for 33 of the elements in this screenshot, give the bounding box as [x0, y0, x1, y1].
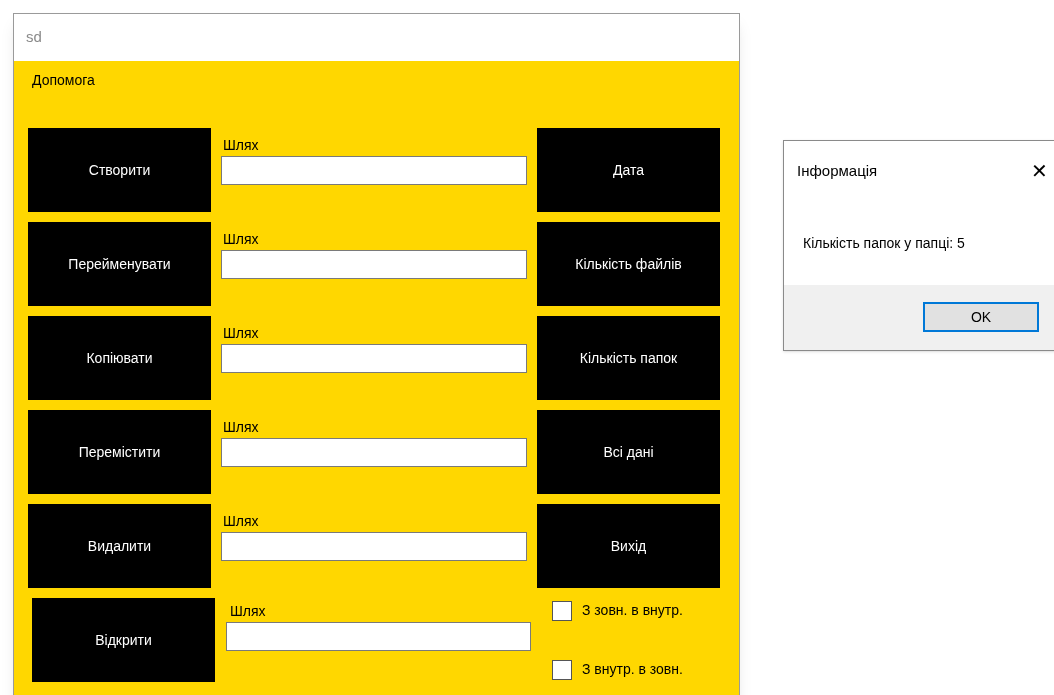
field-label: Шлях	[222, 418, 260, 436]
action-button[interactable]: Копіювати	[28, 316, 211, 400]
dialog-title: Інформація	[797, 160, 878, 181]
field-label: Шлях	[222, 136, 260, 154]
menu-item[interactable]: Допомога	[32, 69, 95, 91]
action-button[interactable]: Всі дані	[537, 410, 720, 494]
action-button[interactable]: Кількість файлів	[537, 222, 720, 306]
checkbox[interactable]	[552, 659, 572, 680]
field-label: Шлях	[222, 512, 260, 530]
action-button[interactable]: Видалити	[28, 504, 211, 588]
action-button[interactable]: Кількість папок	[537, 316, 720, 400]
path-field[interactable]	[221, 250, 527, 279]
checkbox[interactable]	[552, 600, 572, 621]
path-field[interactable]	[221, 156, 527, 185]
action-button[interactable]: Перейменувати	[28, 222, 211, 306]
dialog-message: Кількість папок у папці: 5	[803, 233, 965, 253]
field-label: Шлях	[229, 602, 267, 620]
action-button[interactable]: Відкрити	[32, 598, 215, 682]
path-field[interactable]	[221, 438, 527, 467]
path-field[interactable]	[226, 622, 531, 651]
path-field[interactable]	[221, 344, 527, 373]
action-button[interactable]: Дата	[537, 128, 720, 212]
action-button[interactable]: Створити	[28, 128, 211, 212]
checkbox-label: З зовн. в внутр.	[582, 601, 683, 620]
checkbox-label: З внутр. в зовн.	[582, 660, 683, 679]
path-field[interactable]	[221, 532, 527, 561]
field-label: Шлях	[222, 230, 260, 248]
field-label: Шлях	[222, 324, 260, 342]
close-button[interactable]: ✕	[1031, 161, 1048, 181]
action-button[interactable]: Перемістити	[28, 410, 211, 494]
ok-button[interactable]: OK	[923, 302, 1039, 332]
action-button[interactable]: Вихід	[537, 504, 720, 588]
window-title: sd	[26, 27, 42, 48]
